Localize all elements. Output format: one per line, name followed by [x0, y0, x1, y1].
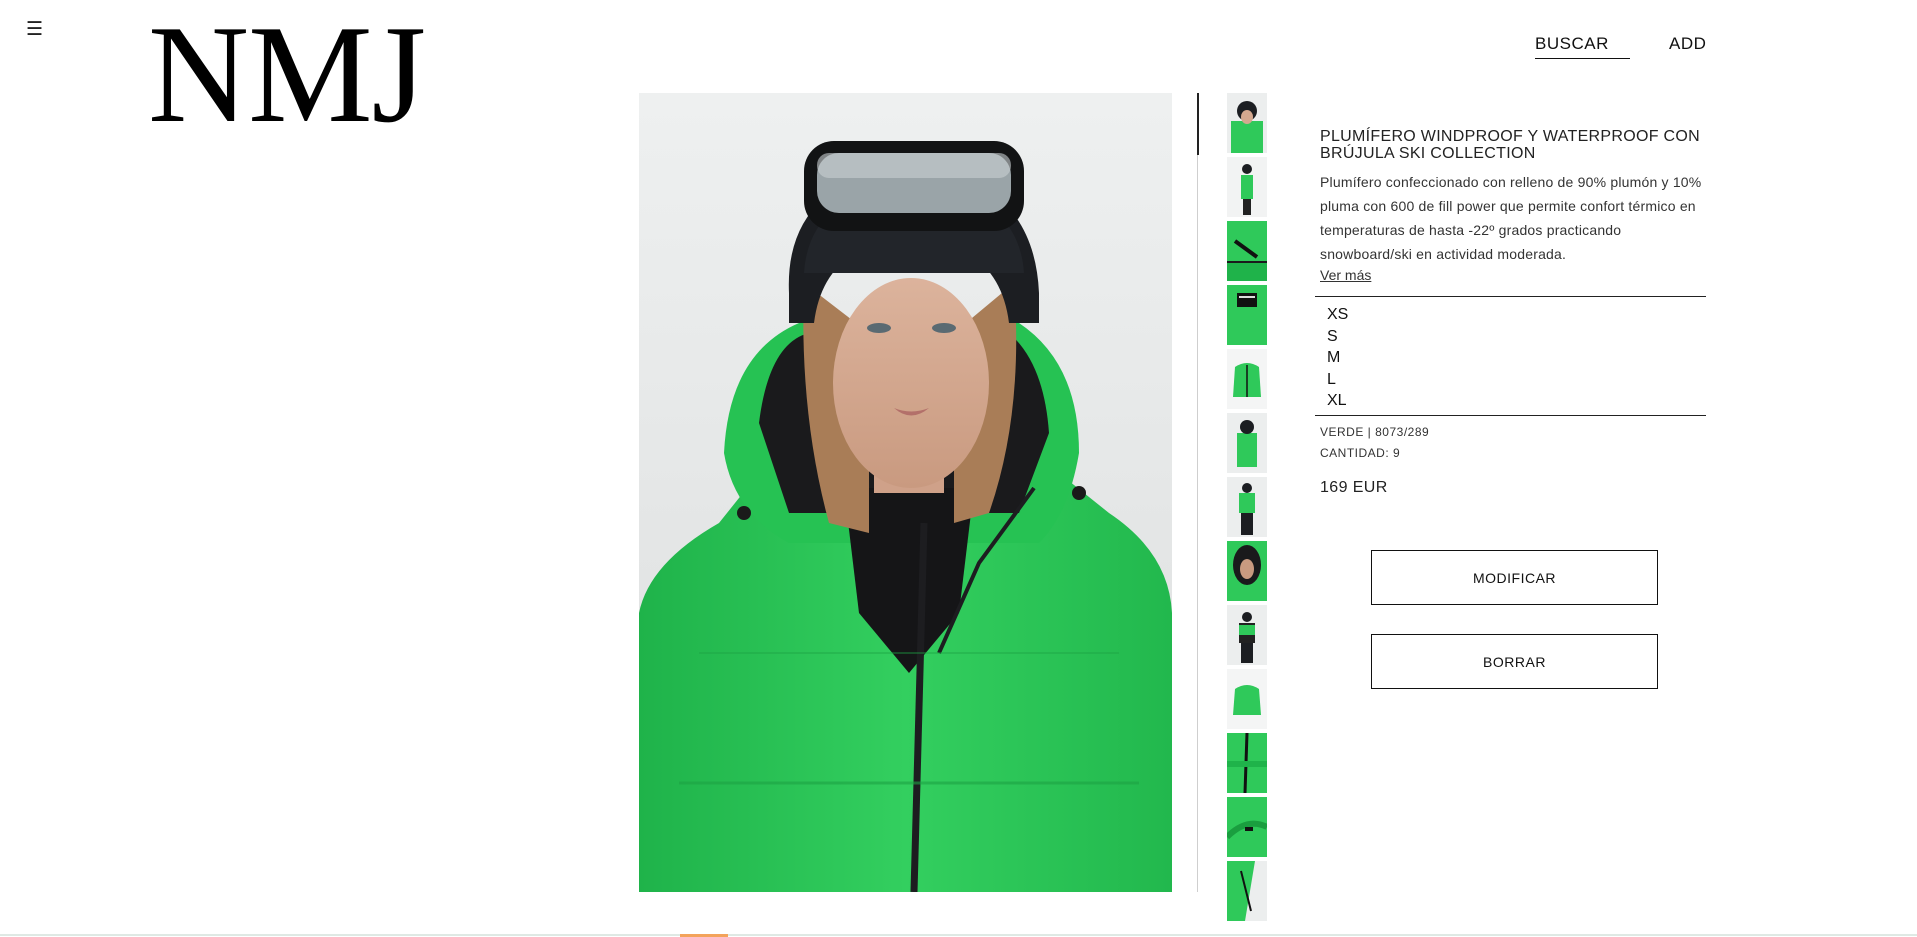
- search-link[interactable]: BUSCAR: [1535, 34, 1630, 59]
- thumbnail-2[interactable]: [1227, 157, 1267, 217]
- thumbnail-5[interactable]: [1227, 349, 1267, 409]
- thumbnail-list: [1227, 93, 1267, 925]
- thumbnail-8[interactable]: [1227, 541, 1267, 601]
- brand-logo[interactable]: NMJ: [148, 0, 426, 150]
- gallery-scroll-track: [1197, 93, 1198, 892]
- thumbnail-9[interactable]: [1227, 605, 1267, 665]
- thumbnail-1[interactable]: [1227, 93, 1267, 153]
- delete-button[interactable]: BORRAR: [1371, 634, 1658, 689]
- size-list: XS S M L XL: [1315, 296, 1706, 416]
- add-link[interactable]: ADD: [1669, 34, 1706, 54]
- size-option-xl[interactable]: XL: [1327, 390, 1706, 412]
- size-option-xs[interactable]: XS: [1327, 304, 1706, 326]
- size-option-s[interactable]: S: [1327, 326, 1706, 348]
- thumbnail-3[interactable]: [1227, 221, 1267, 281]
- size-option-m[interactable]: M: [1327, 347, 1706, 369]
- thumbnail-7[interactable]: [1227, 477, 1267, 537]
- gallery-scroll-thumb[interactable]: [1197, 93, 1199, 155]
- product-description: Plumífero confeccionado con relleno de 9…: [1320, 174, 1702, 262]
- color-reference: VERDE | 8073/289: [1320, 425, 1430, 439]
- thumbnail-12[interactable]: [1227, 797, 1267, 857]
- menu-icon[interactable]: ☰: [26, 20, 43, 40]
- see-more-link[interactable]: Ver más: [1320, 267, 1371, 283]
- thumbnail-13[interactable]: [1227, 861, 1267, 921]
- product-main-image: [639, 93, 1172, 892]
- product-price: 169 EUR: [1320, 479, 1388, 496]
- size-option-l[interactable]: L: [1327, 369, 1706, 391]
- thumbnail-4[interactable]: [1227, 285, 1267, 345]
- thumbnail-11[interactable]: [1227, 733, 1267, 793]
- product-title: PLUMÍFERO WINDPROOF Y WATERPROOF CON BRÚ…: [1320, 128, 1701, 162]
- thumbnail-6[interactable]: [1227, 413, 1267, 473]
- thumbnail-10[interactable]: [1227, 669, 1267, 729]
- quantity-label: CANTIDAD: 9: [1320, 446, 1401, 460]
- product-info: PLUMÍFERO WINDPROOF Y WATERPROOF CON BRÚ…: [1320, 128, 1706, 285]
- modify-button[interactable]: MODIFICAR: [1371, 550, 1658, 605]
- bottom-divider: [0, 934, 1917, 936]
